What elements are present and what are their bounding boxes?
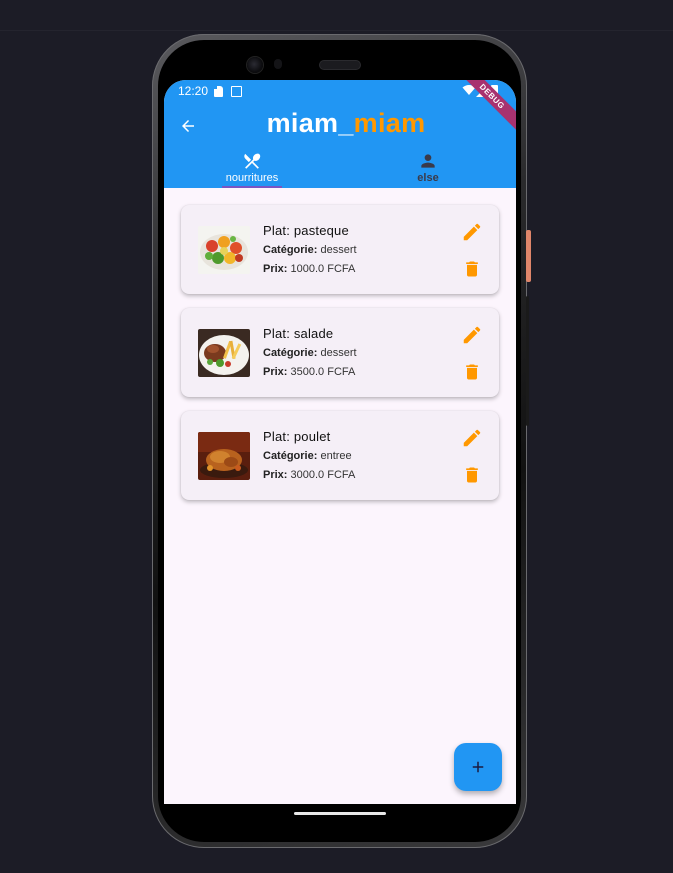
dish-card[interactable]: Plat: salade Catégorie: dessert Prix: 35… xyxy=(181,308,499,397)
tab-nourritures[interactable]: nourritures xyxy=(164,150,340,188)
app-title: miam_miam xyxy=(164,108,516,139)
proximity-sensor xyxy=(274,59,282,69)
app-bar: 12:20 DEBUG miam_miam nourritures else xyxy=(164,80,516,188)
tab-label: else xyxy=(417,172,439,184)
delete-icon[interactable] xyxy=(462,259,482,279)
price-value: 1000.0 FCFA xyxy=(290,263,356,275)
edit-icon[interactable] xyxy=(461,221,483,243)
price-label: Prix: xyxy=(263,469,288,481)
dish-price: Prix: 3000.0 FCFA xyxy=(263,469,355,481)
price-value: 3000.0 FCFA xyxy=(290,469,356,481)
edit-icon[interactable] xyxy=(461,427,483,449)
price-label: Prix: xyxy=(263,366,288,378)
price-value: 3500.0 FCFA xyxy=(290,366,356,378)
status-time: 12:20 xyxy=(178,84,209,98)
delete-icon[interactable] xyxy=(462,465,482,485)
category-label: Catégorie: xyxy=(263,450,318,462)
dish-image xyxy=(198,432,250,480)
category-value: dessert xyxy=(320,244,357,256)
dish-image xyxy=(198,329,250,377)
plus-icon xyxy=(472,761,484,773)
dish-name-value: salade xyxy=(293,326,334,341)
dish-category: Catégorie: dessert xyxy=(263,244,357,256)
dish-card[interactable]: Plat: pasteque Catégorie: dessert Prix: … xyxy=(181,205,499,294)
dish-list: Plat: pasteque Catégorie: dessert Prix: … xyxy=(181,205,499,514)
dish-card[interactable]: Plat: poulet Catégorie: entree Prix: 300… xyxy=(181,411,499,500)
utensils-icon xyxy=(244,153,261,169)
dish-name-value: poulet xyxy=(293,429,331,444)
app-title-part2: miam xyxy=(353,108,426,138)
dish-name: Plat: salade xyxy=(263,326,333,341)
tab-label: nourritures xyxy=(225,172,279,184)
dish-category: Catégorie: dessert xyxy=(263,347,357,359)
tab-indicator xyxy=(222,186,282,188)
category-label: Catégorie: xyxy=(263,244,318,256)
earpiece-speaker xyxy=(320,61,360,69)
add-dish-button[interactable] xyxy=(454,743,502,791)
power-button[interactable] xyxy=(526,230,531,282)
category-value: dessert xyxy=(320,347,357,359)
dish-image xyxy=(198,226,250,274)
tab-else[interactable]: else xyxy=(340,150,516,188)
dish-price: Prix: 1000.0 FCFA xyxy=(263,263,355,275)
home-indicator[interactable] xyxy=(294,812,386,815)
delete-icon[interactable] xyxy=(462,362,482,382)
camera-lens xyxy=(247,57,263,73)
sd-card-icon xyxy=(214,86,223,97)
dish-name: Plat: pasteque xyxy=(263,223,349,238)
divider xyxy=(0,30,673,31)
edit-icon[interactable] xyxy=(461,324,483,346)
app-screen: 12:20 DEBUG miam_miam nourritures else P… xyxy=(164,80,516,804)
volume-rocker[interactable] xyxy=(526,296,529,426)
person-icon xyxy=(421,154,435,168)
app-title-part1: miam_ xyxy=(266,108,354,138)
category-label: Catégorie: xyxy=(263,347,318,359)
dish-category: Catégorie: entree xyxy=(263,450,352,462)
status-bar: 12:20 xyxy=(178,83,508,103)
dish-name-prefix: Plat: xyxy=(263,223,294,238)
price-label: Prix: xyxy=(263,263,288,275)
clipboard-icon xyxy=(231,86,242,97)
device-canvas: 12:20 DEBUG miam_miam nourritures else P… xyxy=(0,0,673,873)
category-value: entree xyxy=(320,450,352,462)
dish-name-prefix: Plat: xyxy=(263,326,294,341)
dish-name-value: pasteque xyxy=(293,223,349,238)
dish-name: Plat: poulet xyxy=(263,429,330,444)
dish-price: Prix: 3500.0 FCFA xyxy=(263,366,355,378)
dish-name-prefix: Plat: xyxy=(263,429,294,444)
